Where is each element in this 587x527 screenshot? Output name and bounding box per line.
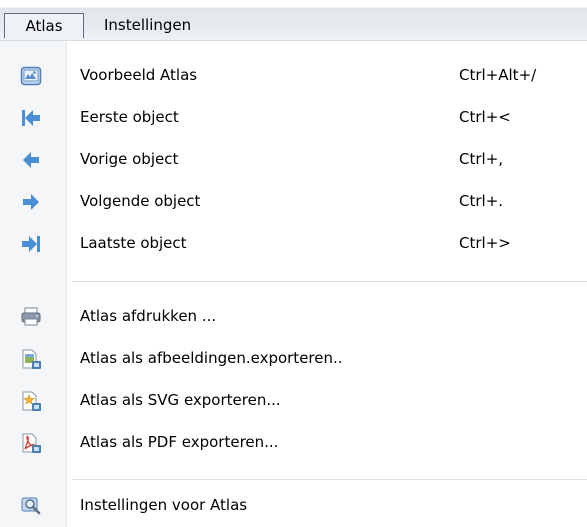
- next-feature-icon: [20, 191, 42, 213]
- menu-item-label: Atlas als afbeeldingen.exporteren..: [80, 349, 343, 367]
- menu-item-shortcut: Ctrl+>: [459, 234, 511, 252]
- menu-item-shortcut: Ctrl+Alt+/: [459, 66, 537, 84]
- menu-item-shortcut: Ctrl+<: [459, 108, 511, 126]
- preview-atlas-icon: [20, 65, 42, 87]
- menu-item-previous-feature[interactable]: Vorige object Ctrl+,: [0, 139, 587, 179]
- menu-item-label: Laatste object: [80, 234, 187, 252]
- menu-item-preview-atlas[interactable]: Voorbeeld Atlas Ctrl+Alt+/: [0, 55, 587, 95]
- menu-item-label: Atlas afdrukken ...: [80, 307, 217, 325]
- menu-item-label: Voorbeeld Atlas: [80, 66, 198, 84]
- menu-instellingen[interactable]: Instellingen: [104, 13, 191, 38]
- menu-item-label: Instellingen voor Atlas: [80, 496, 248, 514]
- menu-item-label: Eerste object: [80, 108, 179, 126]
- menu-item-label: Vorige object: [80, 150, 179, 168]
- export-svg-icon: [20, 390, 42, 412]
- menu-item-shortcut: Ctrl+,: [459, 150, 504, 168]
- menu-item-last-feature[interactable]: Laatste object Ctrl+>: [0, 223, 587, 263]
- atlas-settings-icon: [20, 495, 42, 517]
- menu-item-first-feature[interactable]: Eerste object Ctrl+<: [0, 97, 587, 137]
- menu-item-label: Atlas als PDF exporteren...: [80, 433, 279, 451]
- menu-separator: [72, 479, 587, 480]
- menu-item-label: Atlas als SVG exporteren...: [80, 391, 281, 409]
- printer-icon: [20, 306, 42, 328]
- export-image-icon: [20, 348, 42, 370]
- atlas-dropdown-menu: Voorbeeld Atlas Ctrl+Alt+/ Eerste object…: [0, 41, 587, 527]
- menu-item-export-images[interactable]: Atlas als afbeeldingen.exporteren..: [0, 338, 587, 378]
- first-feature-icon: [20, 107, 42, 129]
- menu-item-next-feature[interactable]: Volgende object Ctrl+.: [0, 181, 587, 221]
- menu-atlas[interactable]: Atlas: [4, 13, 84, 38]
- menu-item-export-svg[interactable]: Atlas als SVG exporteren...: [0, 380, 587, 420]
- menu-item-shortcut: Ctrl+.: [459, 192, 504, 210]
- previous-feature-icon: [20, 149, 42, 171]
- menu-bar: Atlas Instellingen: [0, 0, 587, 41]
- menu-item-label: Volgende object: [80, 192, 201, 210]
- menu-item-export-pdf[interactable]: Atlas als PDF exporteren...: [0, 422, 587, 462]
- menu-separator: [72, 281, 587, 282]
- last-feature-icon: [20, 233, 42, 255]
- menu-item-atlas-settings[interactable]: Instellingen voor Atlas: [0, 485, 587, 525]
- export-pdf-icon: [20, 432, 42, 454]
- menu-item-print-atlas[interactable]: Atlas afdrukken ...: [0, 296, 587, 336]
